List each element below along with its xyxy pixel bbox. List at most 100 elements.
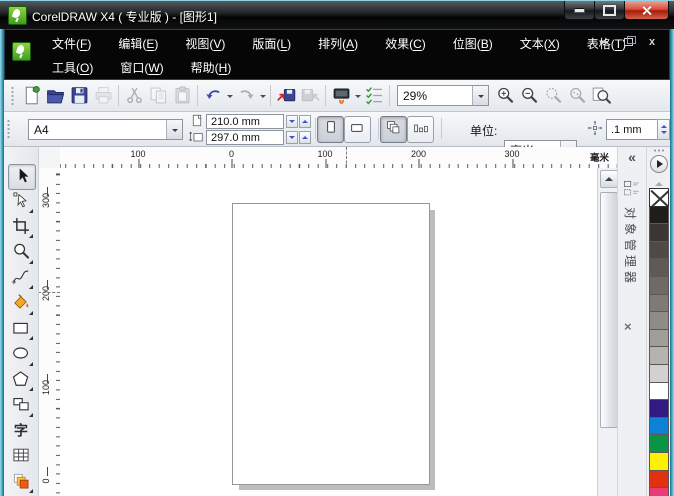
freehand-tool[interactable] [8, 266, 34, 290]
new-document-button[interactable] [19, 84, 43, 108]
copy-button[interactable] [146, 84, 170, 108]
palette-drag-dots[interactable] [653, 149, 665, 152]
toolbar-drag-handle[interactable] [11, 85, 14, 106]
horizontal-ruler[interactable]: 100 0 100 200 300 毫米 [60, 147, 617, 169]
spin-up-icon[interactable] [658, 120, 669, 130]
paper-height-spin-down[interactable] [286, 131, 298, 144]
basic-shapes-tool[interactable] [8, 394, 34, 418]
scroll-up-button[interactable] [600, 170, 618, 188]
swatch-40-black[interactable] [649, 311, 669, 330]
cut-button[interactable] [122, 84, 146, 108]
docker-close-button[interactable]: × [624, 319, 632, 334]
chevron-down-icon[interactable] [258, 84, 267, 108]
swatch-blue[interactable] [649, 399, 669, 418]
menu-view[interactable]: 视图(V) [176, 32, 234, 55]
chevron-down-icon[interactable] [353, 84, 362, 108]
swatch-30-black[interactable] [649, 328, 669, 348]
save-button[interactable] [67, 84, 91, 108]
rectangle-tool[interactable] [8, 317, 34, 341]
paper-height-spin-up[interactable] [299, 131, 311, 144]
interactive-fill-tool[interactable] [8, 470, 34, 494]
property-bar-drag-handle[interactable] [7, 119, 10, 139]
zoom-selected-button[interactable] [541, 84, 565, 108]
import-button[interactable] [274, 84, 298, 108]
menu-file[interactable]: 文件(F) [43, 32, 100, 55]
swatch-red[interactable] [649, 469, 669, 489]
menu-layout[interactable]: 版面(L) [243, 32, 300, 55]
nudge-spinner[interactable] [657, 119, 670, 140]
swatch-cyan[interactable] [649, 416, 669, 436]
maximize-button[interactable] [594, 1, 625, 20]
polygon-tool[interactable] [8, 368, 34, 392]
menu-arrange[interactable]: 排列(A) [309, 32, 367, 55]
nudge-field[interactable]: .1 mm [606, 119, 658, 140]
welcome-screen-button[interactable] [362, 84, 386, 108]
swatch-80-black[interactable] [649, 240, 669, 260]
menu-bitmaps[interactable]: 位图(B) [444, 32, 502, 55]
swatch-white[interactable] [649, 381, 669, 401]
close-button[interactable] [624, 1, 669, 20]
crop-tool[interactable] [8, 215, 34, 239]
palette-scroll-up-button[interactable] [652, 176, 665, 186]
swatch-no-fill[interactable] [649, 188, 669, 207]
menu-tools[interactable]: 工具(O) [43, 56, 102, 79]
pick-tool[interactable] [8, 164, 36, 190]
chevron-down-icon[interactable] [166, 120, 182, 139]
doc-minimize-button[interactable] [597, 36, 611, 48]
swatch-black[interactable] [649, 205, 669, 225]
docker-tab-object-manager[interactable]: 对象管理器 [622, 207, 639, 287]
paper-width-field[interactable]: 210.0 mm [206, 114, 284, 129]
undo-button[interactable] [201, 84, 225, 108]
paper-size-combo[interactable]: A4 [28, 119, 183, 140]
zoom-out-button[interactable] [517, 84, 541, 108]
docker-collapse-button[interactable]: « [622, 149, 642, 167]
paper-width-spin-down[interactable] [286, 115, 298, 128]
swatch-20-black[interactable] [649, 346, 669, 365]
swatch-90-black[interactable] [649, 223, 669, 242]
portrait-button[interactable] [317, 116, 344, 143]
zoom-page-button[interactable] [589, 84, 613, 108]
zoom-level-combo[interactable]: 29% [397, 85, 489, 106]
palette-flyout-button[interactable] [650, 155, 668, 173]
doc-restore-button[interactable] [621, 36, 636, 48]
drawing-canvas[interactable] [60, 168, 597, 496]
zoom-in-button[interactable] [493, 84, 517, 108]
menu-effects[interactable]: 效果(C) [376, 32, 435, 55]
page-layout-button[interactable] [407, 116, 434, 143]
swatch-10-black[interactable] [649, 363, 669, 383]
vertical-ruler[interactable]: 300 200 100 0 [38, 168, 61, 496]
open-button[interactable] [43, 84, 67, 108]
table-tool[interactable] [8, 445, 34, 469]
paste-button[interactable] [170, 84, 194, 108]
swatch-green[interactable] [649, 434, 669, 453]
minimize-button[interactable] [564, 1, 595, 20]
paper-height-field[interactable]: 297.0 mm [206, 130, 284, 145]
chevron-down-icon[interactable] [225, 84, 234, 108]
text-tool[interactable]: 字 [8, 419, 34, 443]
export-button[interactable] [298, 84, 322, 108]
paper-width-spin-up[interactable] [299, 115, 311, 128]
zoom-all-button[interactable] [565, 84, 589, 108]
scrollbar-thumb[interactable] [600, 192, 618, 428]
zoom-tool-tool[interactable] [8, 241, 34, 265]
menu-window[interactable]: 窗口(W) [111, 56, 172, 79]
spin-down-icon[interactable] [658, 130, 669, 140]
doc-close-button[interactable]: x [645, 36, 659, 48]
chevron-down-icon[interactable] [472, 86, 488, 105]
swatch-50-black[interactable] [649, 293, 669, 313]
swatch-70-black[interactable] [649, 258, 669, 277]
smart-fill-tool[interactable] [8, 292, 34, 316]
menu-help[interactable]: 帮助(H) [182, 56, 241, 79]
print-button[interactable] [91, 84, 115, 108]
vertical-scrollbar[interactable] [597, 168, 618, 496]
ellipse-tool[interactable] [8, 343, 34, 367]
all-pages-button[interactable] [380, 116, 407, 143]
redo-button[interactable] [234, 84, 258, 108]
menu-text[interactable]: 文本(X) [511, 32, 569, 55]
swatch-60-black[interactable] [649, 275, 669, 295]
swatch-yellow[interactable] [649, 451, 669, 471]
swatch-magenta[interactable] [649, 487, 669, 496]
menu-edit[interactable]: 编辑(E) [109, 32, 167, 55]
shape-tool[interactable] [8, 190, 34, 214]
app-launcher-button[interactable] [329, 84, 353, 108]
